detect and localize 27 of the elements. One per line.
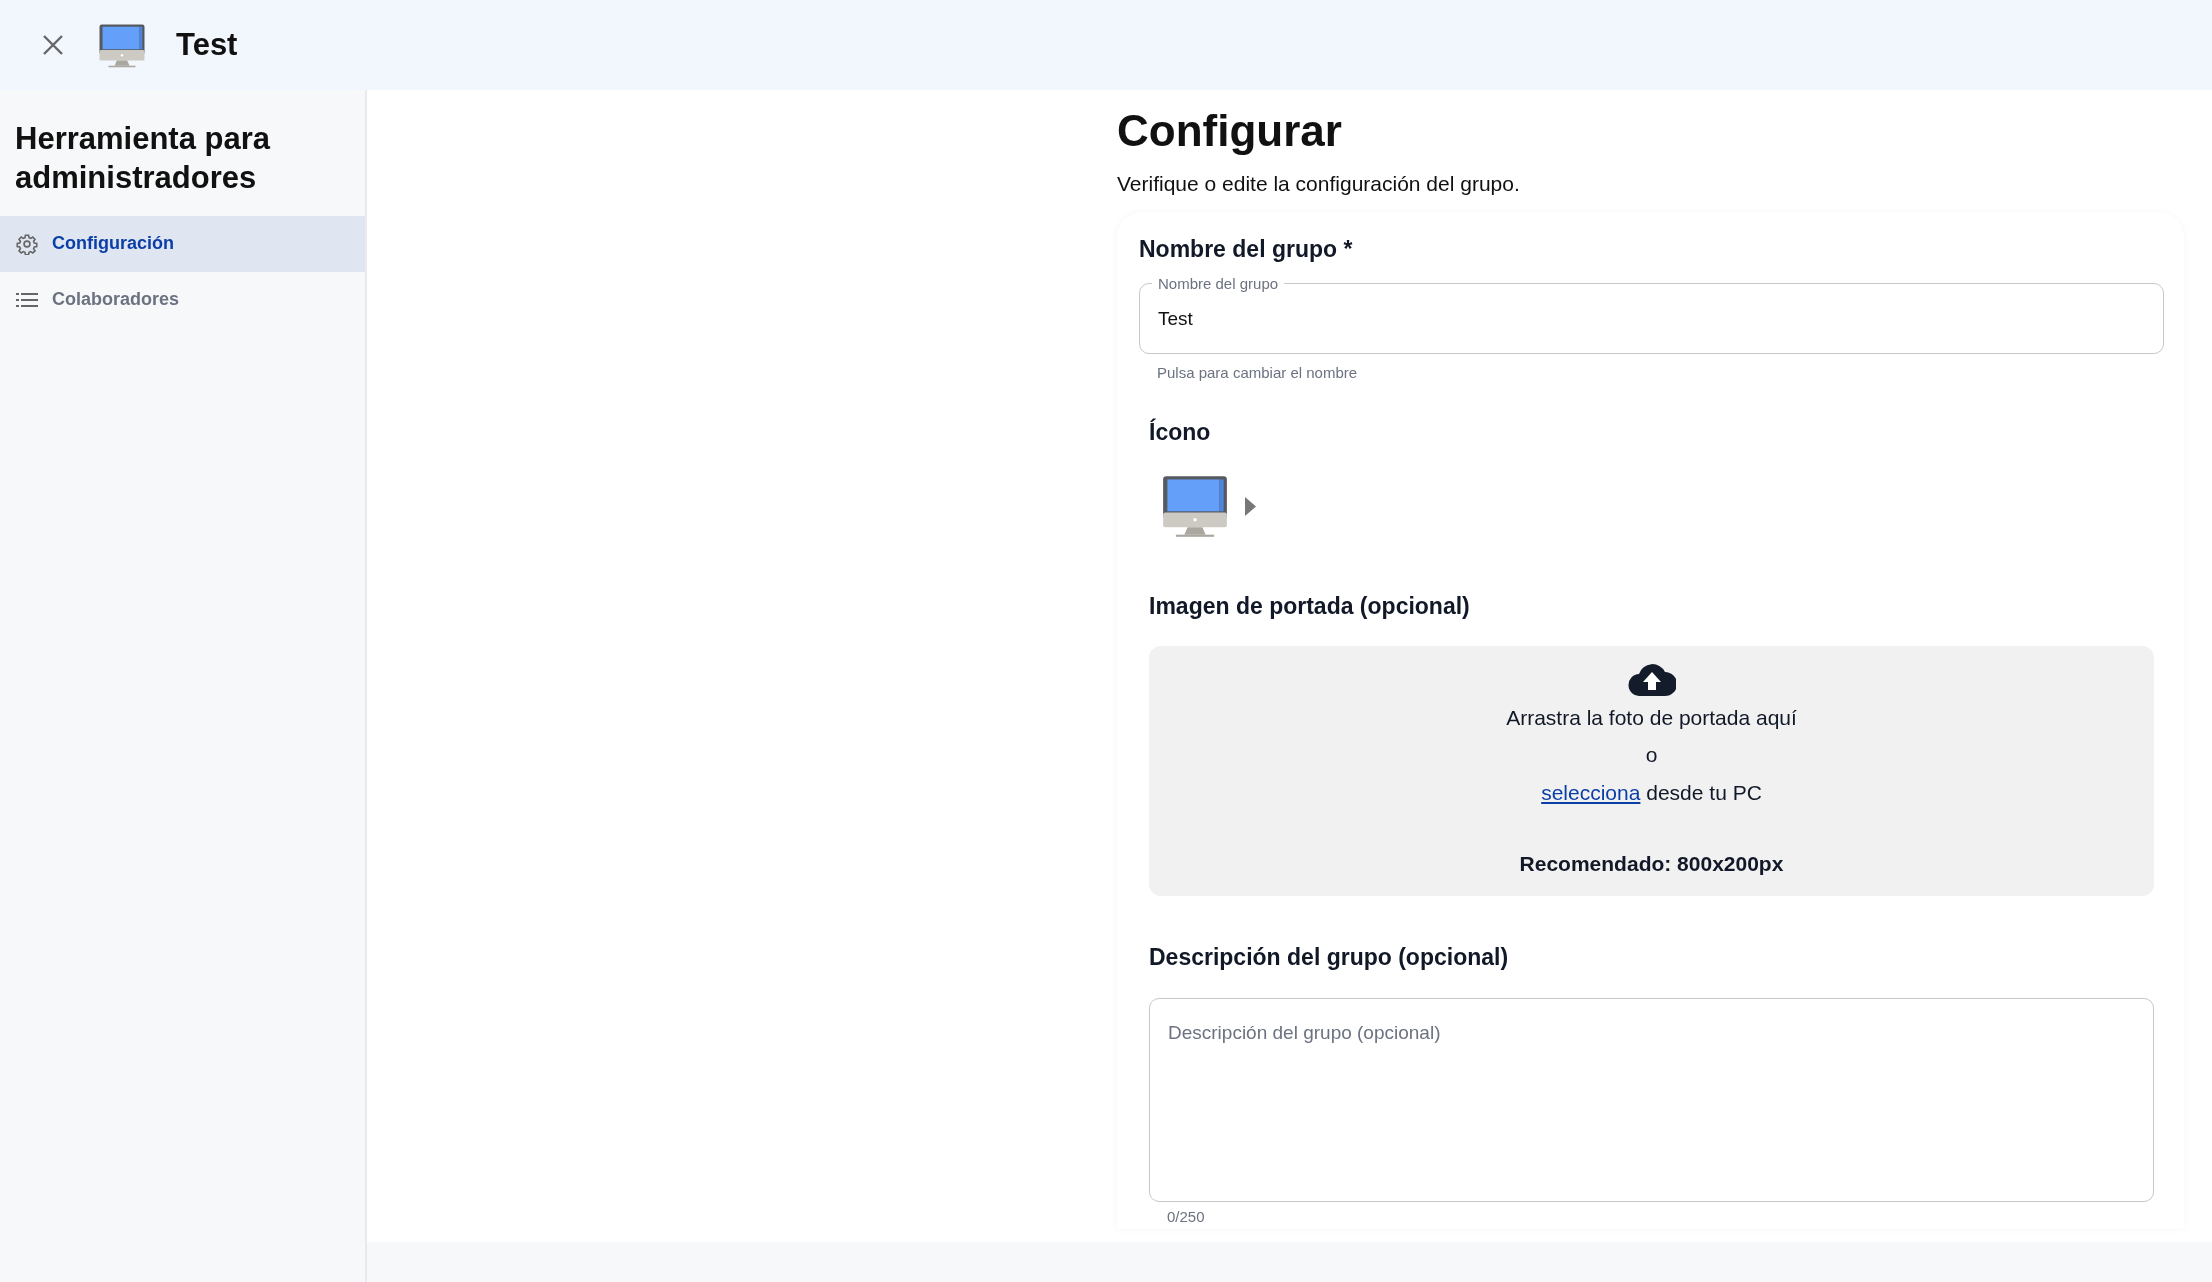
- page-title: Configurar: [1117, 105, 1343, 157]
- caret-icon[interactable]: [1245, 496, 1256, 516]
- list-icon: [16, 291, 38, 308]
- group-name-field[interactable]: Nombre del grupo Test: [1139, 276, 2164, 354]
- sidebar-item[interactable]: Colaboradores: [0, 271, 365, 328]
- recommendation-text: Recomendado: 800x200px: [1519, 851, 1784, 877]
- window-title: Test: [176, 25, 238, 64]
- description-field[interactable]: Descripción del grupo (opcional): [1149, 998, 2154, 1202]
- settings-icon: [16, 232, 38, 255]
- helper-text: Pulsa para cambiar el nombre: [1156, 363, 1359, 383]
- sidebar-item[interactable]: Configuración: [0, 215, 365, 272]
- sidebar-title: Herramienta para administradores: [14, 120, 272, 197]
- cloud-upload-icon: [1627, 663, 1676, 696]
- section-label: Imagen de portada (opcional): [1149, 592, 1471, 621]
- field-label: Nombre del grupo: [1157, 276, 1280, 291]
- page-subtitle: Verifique o edite la configuración del grupo.: [1117, 171, 1521, 197]
- character-counter: 0/250: [1166, 1207, 1206, 1227]
- monitor-icon[interactable]: [1161, 474, 1229, 538]
- section-label: Nombre del grupo *: [1139, 234, 1354, 264]
- section-label: Ícono: [1149, 417, 1212, 447]
- dropzone-text: Arrastra la foto de portada aquí: [1506, 704, 1797, 731]
- dropzone-text: desde tu PC: [1645, 780, 1762, 804]
- monitor-icon: [98, 22, 146, 68]
- select-link[interactable]: selecciona: [1541, 780, 1641, 804]
- section-label: Descripción del grupo (opcional): [1149, 942, 1510, 972]
- dropzone-text: o: [1645, 742, 1658, 768]
- upload-dropzone[interactable]: Arrastra la foto de portada aquí o selecciona desde tu PC Recomendado: 800x200px: [1149, 645, 2154, 896]
